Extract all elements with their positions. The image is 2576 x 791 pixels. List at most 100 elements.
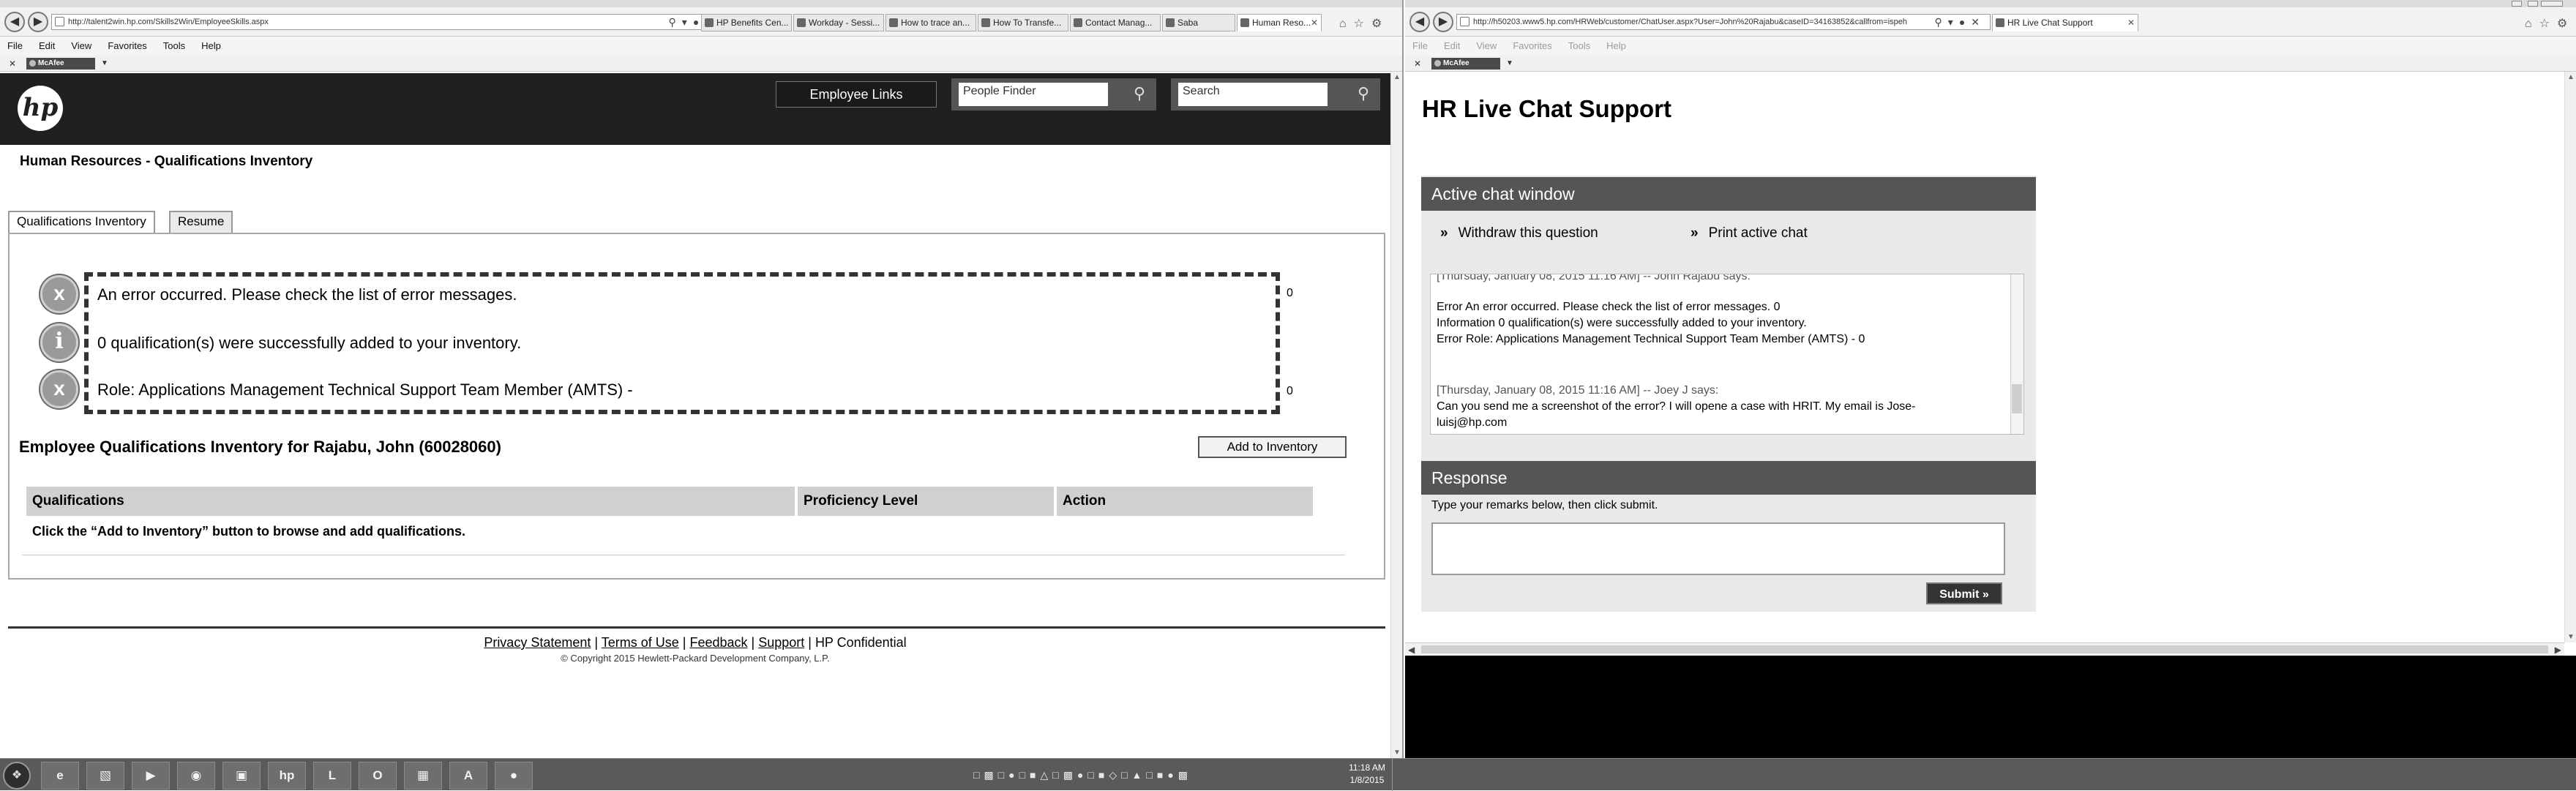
chat-page-title: HR Live Chat Support [1422, 95, 1672, 122]
forward-button[interactable]: ▶ [28, 12, 48, 32]
chat-meta: [Thursday, January 08, 2015 11:16 AM] --… [1437, 274, 1751, 282]
tab-workday[interactable]: Workday - Sessi... [793, 14, 884, 31]
file-explorer-icon[interactable]: ▧ [86, 762, 124, 790]
tab-hp-benefits[interactable]: HP Benefits Cen... [701, 14, 792, 31]
address-bar[interactable]: http://h50203.www5.hp.com/HRWeb/customer… [1456, 14, 1991, 30]
back-button[interactable]: ◀ [4, 12, 25, 32]
internet-explorer-icon[interactable]: e [41, 762, 79, 790]
start-button[interactable]: ❖ [3, 762, 31, 790]
addon-dropdown-icon[interactable]: ▼ [1506, 56, 1513, 72]
acrobat-icon[interactable]: A [449, 762, 487, 790]
communicator-icon[interactable]: ● [495, 762, 533, 790]
menu-view[interactable]: View [1476, 40, 1497, 51]
chat-line: Information 0 qualification(s) were succ… [1437, 317, 1807, 329]
support-link[interactable]: Support [758, 635, 804, 650]
forward-button[interactable]: ▶ [1433, 12, 1453, 32]
response-textarea[interactable] [1431, 522, 2005, 575]
taskbar: ❖ e ▧ ▶ ◉ ▣ hp L O ▦ A ● □▩□●□■△□▩●□■◇□▲… [0, 758, 2576, 791]
tab-saba[interactable]: Saba [1162, 14, 1235, 31]
menu-help[interactable]: Help [1606, 40, 1626, 51]
search-icon[interactable]: ⚲ [1354, 84, 1373, 103]
minimize-icon[interactable] [2512, 1, 2522, 7]
network-icon[interactable]: ◉ [177, 762, 215, 790]
system-tray-icons[interactable]: □▩□●□■△□▩●□■◇□▲□■●▩ [973, 759, 1339, 791]
mcafee-button[interactable]: McAfee [1431, 58, 1500, 70]
tab-how-to-trace[interactable]: How to trace an... [886, 14, 976, 31]
addon-close-icon[interactable]: ✕ [1414, 56, 1421, 72]
mcafee-button[interactable]: McAfee [26, 58, 95, 70]
tab-label: How to trace an... [901, 18, 970, 28]
clock-date: 1/8/2015 [1349, 775, 1385, 785]
close-window-icon[interactable] [2541, 1, 2563, 7]
feedback-link[interactable]: Feedback [689, 635, 747, 650]
address-tools-icons[interactable]: ⚲▾●✕ [1935, 15, 1985, 29]
scroll-down-icon[interactable]: ▼ [2565, 633, 2576, 641]
menu-file[interactable]: File [7, 40, 23, 51]
scroll-up-icon[interactable]: ▲ [1391, 73, 1402, 81]
outlook-icon[interactable]: O [359, 762, 397, 790]
privacy-statement-link[interactable]: Privacy Statement [484, 635, 591, 650]
menu-favorites[interactable]: Favorites [1513, 40, 1551, 51]
response-hint: Type your remarks below, then click subm… [1431, 499, 1658, 511]
show-desktop-button[interactable] [1392, 759, 1404, 791]
print-chat-link[interactable]: » Print active chat [1690, 225, 1808, 241]
menu-edit[interactable]: Edit [39, 40, 55, 51]
page-title: Human Resources - Qualifications Invento… [20, 154, 313, 169]
scroll-left-icon[interactable]: ◀ [1408, 643, 1415, 656]
tab-icon [1166, 18, 1175, 27]
back-button[interactable]: ◀ [1409, 12, 1430, 32]
tab-contact-manager[interactable]: Contact Manag... [1070, 14, 1161, 31]
search-input[interactable]: Search [1178, 83, 1328, 106]
address-bar[interactable]: http://talent2win.hp.com/Skills2Win/Empl… [51, 14, 724, 30]
people-finder-input[interactable]: People Finder [959, 83, 1108, 106]
menu-view[interactable]: View [71, 40, 91, 51]
title-bar [0, 0, 1402, 7]
media-player-icon[interactable]: ▶ [132, 762, 170, 790]
column-header-proficiency[interactable]: Proficiency Level [798, 487, 1054, 516]
lock-icon[interactable]: ▣ [222, 762, 261, 790]
tab-hr-live-chat[interactable]: HR Live Chat Support ✕ [1992, 14, 2138, 31]
info-icon: i [40, 323, 78, 361]
withdraw-question-link[interactable]: » Withdraw this question [1440, 225, 1598, 241]
home-favorites-settings-icons[interactable]: ⌂☆⚙ [2525, 16, 2575, 31]
scroll-down-icon[interactable]: ▼ [1391, 749, 1402, 757]
horizontal-scroll-thumb[interactable] [1421, 645, 2548, 653]
menu-file[interactable]: File [1412, 40, 1428, 51]
tab-how-to-transfer[interactable]: How To Transfe... [978, 14, 1068, 31]
column-header-qualifications[interactable]: Qualifications [26, 487, 795, 516]
hp-header: hp Employee Links People Finder ⚲ Search… [0, 73, 1390, 145]
add-to-inventory-button[interactable]: Add to Inventory [1198, 436, 1347, 458]
menu-help[interactable]: Help [201, 40, 221, 51]
calculator-icon[interactable]: ▦ [404, 762, 442, 790]
menu-tools[interactable]: Tools [163, 40, 185, 51]
scroll-right-icon[interactable]: ▶ [2555, 643, 2561, 656]
addon-close-icon[interactable]: ✕ [9, 56, 16, 72]
tab-label: HP Benefits Cen... [716, 18, 789, 28]
lync-icon[interactable]: L [313, 762, 351, 790]
chat-scroll-thumb[interactable] [2012, 384, 2022, 413]
horizontal-scrollbar[interactable]: ◀ ▶ [1405, 642, 2564, 656]
addon-dropdown-icon[interactable]: ▼ [101, 56, 108, 72]
hp-app-icon[interactable]: hp [268, 762, 306, 790]
scroll-up-icon[interactable]: ▲ [2565, 73, 2576, 81]
maximize-icon[interactable] [2528, 1, 2538, 7]
terms-of-use-link[interactable]: Terms of Use [602, 635, 679, 650]
vertical-scrollbar[interactable]: ▲ ▼ [1390, 72, 1402, 758]
search-icon[interactable]: ⚲ [1130, 84, 1149, 103]
hp-logo[interactable]: hp [18, 86, 63, 131]
submit-button[interactable]: Submit » [1926, 582, 2002, 604]
chat-log[interactable]: [Thursday, January 08, 2015 11:16 AM] --… [1430, 274, 2024, 435]
menu-favorites[interactable]: Favorites [108, 40, 146, 51]
tab-close-icon[interactable]: ✕ [1311, 15, 1318, 31]
menu-tools[interactable]: Tools [1568, 40, 1590, 51]
tab-qualifications-inventory[interactable]: Qualifications Inventory [8, 211, 155, 233]
tab-resume[interactable]: Resume [169, 211, 233, 233]
clock[interactable]: 11:18 AM 1/8/2015 [1345, 762, 1389, 787]
tab-close-icon[interactable]: ✕ [2127, 15, 2135, 31]
chat-scrollbar[interactable] [2010, 274, 2023, 434]
menu-edit[interactable]: Edit [1444, 40, 1460, 51]
employee-links-button[interactable]: Employee Links [776, 81, 937, 108]
tab-human-resources[interactable]: Human Reso... ✕ [1237, 14, 1322, 31]
home-favorites-settings-icons[interactable]: ⌂☆⚙ [1339, 16, 1389, 31]
vertical-scrollbar[interactable]: ▲ ▼ [2564, 72, 2576, 642]
